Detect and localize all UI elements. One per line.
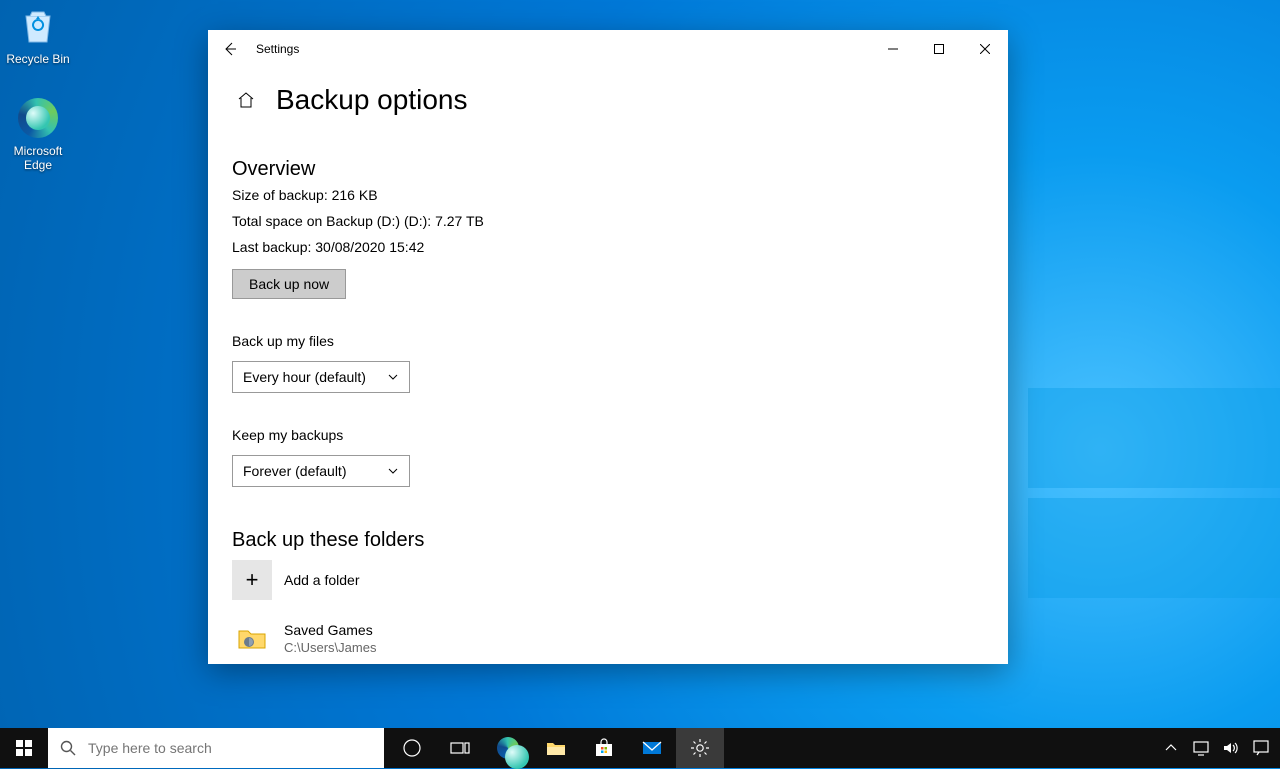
edge-icon: [16, 96, 60, 140]
folder-item[interactable]: Saved Games C:\Users\James: [232, 618, 984, 658]
desktop-icon-recycle-bin[interactable]: Recycle Bin: [0, 4, 76, 66]
gear-icon: [689, 737, 711, 759]
mail-icon: [641, 737, 663, 759]
keep-backups-label: Keep my backups: [232, 427, 984, 443]
desktop-icon-label: Recycle Bin: [0, 52, 76, 66]
add-folder-button[interactable]: + Add a folder: [232, 560, 984, 600]
plus-icon: +: [232, 560, 272, 600]
store-icon: [593, 737, 615, 759]
settings-window: Settings Backup options Overview Size of…: [208, 30, 1008, 664]
wallpaper-accent: [1020, 388, 1280, 608]
search-icon: [60, 740, 76, 756]
tray-network[interactable]: [1186, 728, 1216, 768]
folder-icon: [232, 618, 272, 658]
backup-frequency-label: Back up my files: [232, 333, 984, 349]
folder-icon: [545, 737, 567, 759]
minimize-button[interactable]: [870, 34, 916, 64]
taskbar-search[interactable]: [48, 728, 384, 768]
overview-heading: Overview: [232, 158, 984, 181]
settings-content: Backup options Overview Size of backup: …: [208, 84, 1008, 658]
tray-action-center[interactable]: [1246, 728, 1276, 768]
chevron-down-icon: [387, 371, 399, 383]
windows-icon: [16, 740, 32, 756]
taskbar-settings[interactable]: [676, 728, 724, 768]
system-tray: [1156, 728, 1280, 768]
taskbar: [0, 728, 1280, 768]
select-value: Forever (default): [243, 463, 346, 479]
keep-backups-select[interactable]: Forever (default): [232, 455, 410, 487]
circle-icon: [401, 737, 423, 759]
add-folder-label: Add a folder: [284, 572, 360, 588]
folder-path: C:\Users\James: [284, 640, 376, 655]
tray-volume[interactable]: [1216, 728, 1246, 768]
select-value: Every hour (default): [243, 369, 366, 385]
home-button[interactable]: [232, 86, 260, 114]
notification-icon: [1250, 737, 1272, 759]
chevron-down-icon: [387, 465, 399, 477]
monitor-icon: [1190, 737, 1212, 759]
taskview-icon: [449, 737, 471, 759]
edge-icon: [497, 737, 519, 759]
app-title: Settings: [256, 42, 299, 56]
last-backup-text: Last backup: 30/08/2020 15:42: [232, 239, 984, 255]
folders-heading: Back up these folders: [232, 529, 984, 552]
taskbar-cortana[interactable]: [388, 728, 436, 768]
start-button[interactable]: [0, 728, 48, 768]
speaker-icon: [1220, 737, 1242, 759]
taskbar-mail[interactable]: [628, 728, 676, 768]
chevron-up-icon: [1160, 737, 1182, 759]
taskbar-edge[interactable]: [484, 728, 532, 768]
page-title: Backup options: [276, 84, 467, 116]
backup-space-text: Total space on Backup (D:) (D:): 7.27 TB: [232, 213, 984, 229]
taskbar-explorer[interactable]: [532, 728, 580, 768]
back-button[interactable]: [208, 30, 252, 68]
backup-frequency-select[interactable]: Every hour (default): [232, 361, 410, 393]
backup-size-text: Size of backup: 216 KB: [232, 187, 984, 203]
taskbar-store[interactable]: [580, 728, 628, 768]
backup-now-button[interactable]: Back up now: [232, 269, 346, 299]
taskbar-taskview[interactable]: [436, 728, 484, 768]
close-button[interactable]: [962, 34, 1008, 64]
tray-overflow[interactable]: [1156, 728, 1186, 768]
desktop-icon-label: Microsoft Edge: [0, 144, 76, 172]
recycle-bin-icon: [16, 4, 60, 48]
search-input[interactable]: [88, 740, 348, 756]
titlebar: Settings: [208, 30, 1008, 68]
maximize-button[interactable]: [916, 34, 962, 64]
folder-name: Saved Games: [284, 622, 376, 638]
desktop-icon-edge[interactable]: Microsoft Edge: [0, 96, 76, 172]
